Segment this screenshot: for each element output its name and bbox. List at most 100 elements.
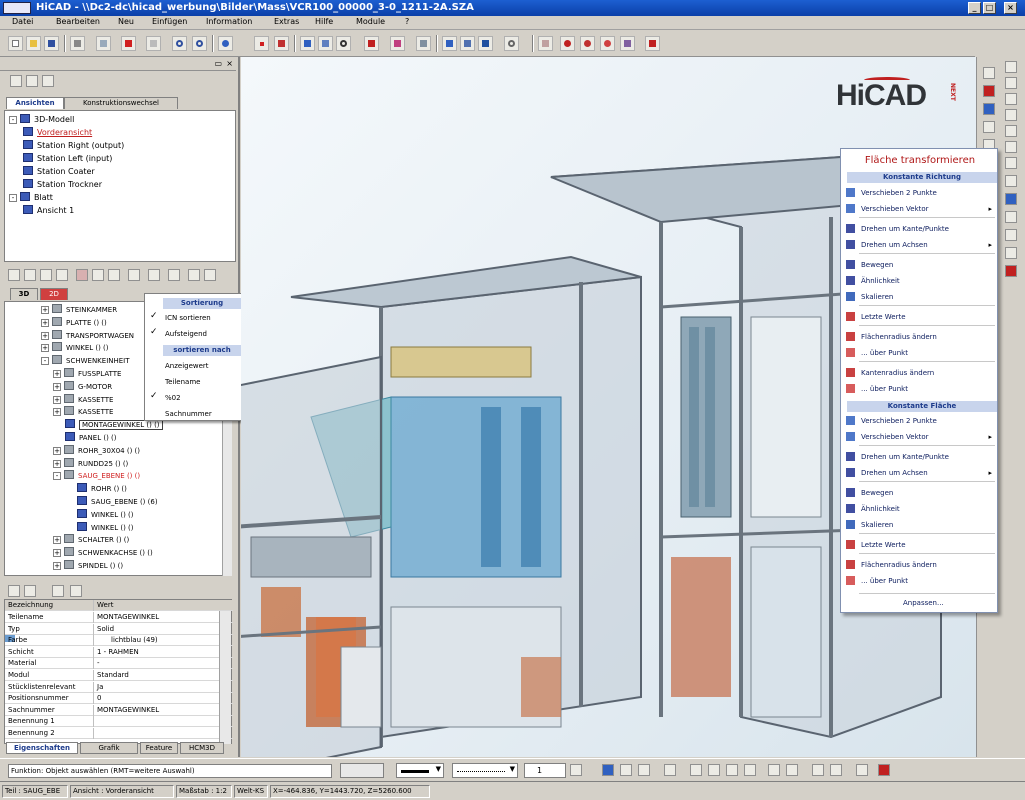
menu-item[interactable]: Drehen um Achsen xyxy=(861,241,928,249)
function-icon[interactable] xyxy=(1005,265,1017,277)
snap-icon[interactable] xyxy=(664,764,676,776)
delete-icon[interactable] xyxy=(121,36,136,51)
menu-help[interactable]: ? xyxy=(405,17,409,26)
menu-hilfe[interactable]: Hilfe xyxy=(315,17,333,26)
open-folder-icon[interactable] xyxy=(26,36,41,51)
function-icon[interactable] xyxy=(1005,125,1017,137)
menu-item[interactable]: ... über Punkt xyxy=(861,577,908,585)
snap-icon[interactable] xyxy=(812,764,824,776)
expand-toggle-icon[interactable]: + xyxy=(41,318,49,327)
pin-icon[interactable]: ▭ xyxy=(214,59,222,68)
menu-item-02[interactable]: %02 xyxy=(165,394,181,402)
function-icon[interactable] xyxy=(1005,247,1017,259)
menu-item-icn-sortieren[interactable]: ICN sortieren xyxy=(165,314,211,322)
structure-tool-icon[interactable] xyxy=(92,269,104,281)
expand-toggle-icon[interactable]: - xyxy=(9,116,17,124)
function-icon[interactable] xyxy=(1005,211,1017,223)
menu-item[interactable]: Drehen um Kante/Punkte xyxy=(861,225,949,233)
panel-tool-icon[interactable] xyxy=(42,75,54,87)
new-file-icon[interactable] xyxy=(8,36,23,51)
expand-toggle-icon[interactable]: + xyxy=(53,382,61,391)
rotate-view-icon[interactable] xyxy=(218,36,233,51)
part-icon[interactable] xyxy=(76,269,88,281)
menu-item-aufsteigend[interactable]: Aufsteigend xyxy=(165,330,207,338)
menu-item[interactable]: Drehen um Kante/Punkte xyxy=(861,453,949,461)
menu-item[interactable]: Skalieren xyxy=(861,293,893,301)
tree-item[interactable]: + STEINKAMMER xyxy=(41,304,117,316)
menu-neu[interactable]: Neu xyxy=(118,17,134,26)
structure-tool-icon[interactable] xyxy=(56,269,68,281)
structure-tool-icon[interactable] xyxy=(108,269,120,281)
expand-toggle-icon[interactable]: - xyxy=(53,472,61,481)
line-type-dropdown[interactable]: ▼ xyxy=(452,763,518,778)
expand-toggle-icon[interactable]: + xyxy=(41,344,49,353)
tree-item[interactable]: Station Coater xyxy=(23,166,95,178)
copy-icon[interactable] xyxy=(146,36,161,51)
view-front-icon[interactable] xyxy=(442,36,457,51)
function-icon[interactable] xyxy=(1005,157,1017,169)
expand-toggle-icon[interactable]: - xyxy=(9,194,17,202)
tab-hcm3d[interactable]: HCM3D xyxy=(180,742,224,754)
expand-toggle-icon[interactable]: + xyxy=(53,446,61,455)
snap-icon[interactable] xyxy=(708,764,720,776)
snap-icon[interactable] xyxy=(768,764,780,776)
close-button[interactable]: × xyxy=(1004,2,1017,14)
cut-icon[interactable] xyxy=(96,36,111,51)
tab-ansichten[interactable]: Ansichten xyxy=(6,97,64,109)
tree-item[interactable]: ROHR () () xyxy=(77,483,127,495)
structure-tool-icon[interactable] xyxy=(40,269,52,281)
menu-item-anpassen[interactable]: Anpassen... xyxy=(903,599,944,607)
part-list-icon[interactable] xyxy=(318,36,333,51)
property-row[interactable]: Farbe lichtblau (49) xyxy=(5,635,233,647)
menu-item[interactable]: Verschieben Vektor xyxy=(861,433,929,441)
expand-toggle-icon[interactable]: + xyxy=(53,562,61,570)
property-row[interactable]: Material - xyxy=(5,658,233,670)
zoom-icon[interactable] xyxy=(504,36,519,51)
tree-item[interactable]: - Blatt xyxy=(9,192,53,204)
tree-item[interactable]: SAUG_EBENE () (6) xyxy=(77,496,158,508)
menu-datei[interactable]: Datei xyxy=(12,17,33,26)
menu-item[interactable]: Flächenradius ändern xyxy=(861,333,937,341)
apply-icon[interactable] xyxy=(570,764,582,776)
function-icon[interactable] xyxy=(1005,175,1017,187)
function-icon[interactable] xyxy=(983,67,995,79)
search-icon[interactable] xyxy=(24,269,36,281)
tree-item[interactable]: Station Left (input) xyxy=(23,153,112,165)
view-top-icon[interactable] xyxy=(460,36,475,51)
tree-item[interactable]: Vorderansicht xyxy=(23,127,92,139)
snap-icon[interactable] xyxy=(786,764,798,776)
render-icon[interactable] xyxy=(560,36,575,51)
menu-item[interactable]: Verschieben Vektor xyxy=(861,205,929,213)
expand-toggle-icon[interactable]: + xyxy=(53,395,61,404)
layer-list-icon[interactable] xyxy=(416,36,431,51)
filter-icon[interactable] xyxy=(188,269,200,281)
menu-item[interactable]: Flächenradius ändern xyxy=(861,561,937,569)
export-icon[interactable] xyxy=(645,36,660,51)
close-panel-icon[interactable]: × xyxy=(226,59,233,68)
tab-eigenschaften[interactable]: Eigenschaften xyxy=(6,742,78,754)
function-icon[interactable] xyxy=(1005,109,1017,121)
snap-icon[interactable] xyxy=(726,764,738,776)
tree-item[interactable]: + PLATTE () () xyxy=(41,316,107,329)
tree-item[interactable]: WINKEL () () xyxy=(77,521,134,534)
settings-icon[interactable] xyxy=(620,36,635,51)
tab-2d[interactable]: 2D xyxy=(40,288,68,300)
property-row[interactable]: Positionsnummer 0 xyxy=(5,693,233,705)
expand-toggle-icon[interactable]: + xyxy=(41,331,49,340)
snap-icon[interactable] xyxy=(638,764,650,776)
expand-toggle-icon[interactable]: + xyxy=(53,408,61,417)
undo-icon[interactable] xyxy=(172,36,187,51)
part-new-icon[interactable] xyxy=(300,36,315,51)
snap-icon[interactable] xyxy=(620,764,632,776)
tab-konstruktionswechsel[interactable]: Konstruktionswechsel xyxy=(64,97,178,109)
menu-item-sachnummer[interactable]: Sachnummer xyxy=(165,410,212,418)
properties-tool-icon[interactable] xyxy=(8,585,20,597)
menu-item[interactable]: ... über Punkt xyxy=(861,385,908,393)
property-row[interactable]: Schicht 1 - RAHMEN xyxy=(5,646,233,658)
tab-feature[interactable]: Feature xyxy=(140,742,178,754)
menu-item[interactable]: Bewegen xyxy=(861,261,893,269)
property-row[interactable]: Benennung 2 xyxy=(5,728,233,739)
property-row[interactable]: Stücklistenrelevant Ja xyxy=(5,681,233,693)
function-icon[interactable] xyxy=(1005,193,1017,205)
structure-tool-icon[interactable] xyxy=(148,269,160,281)
